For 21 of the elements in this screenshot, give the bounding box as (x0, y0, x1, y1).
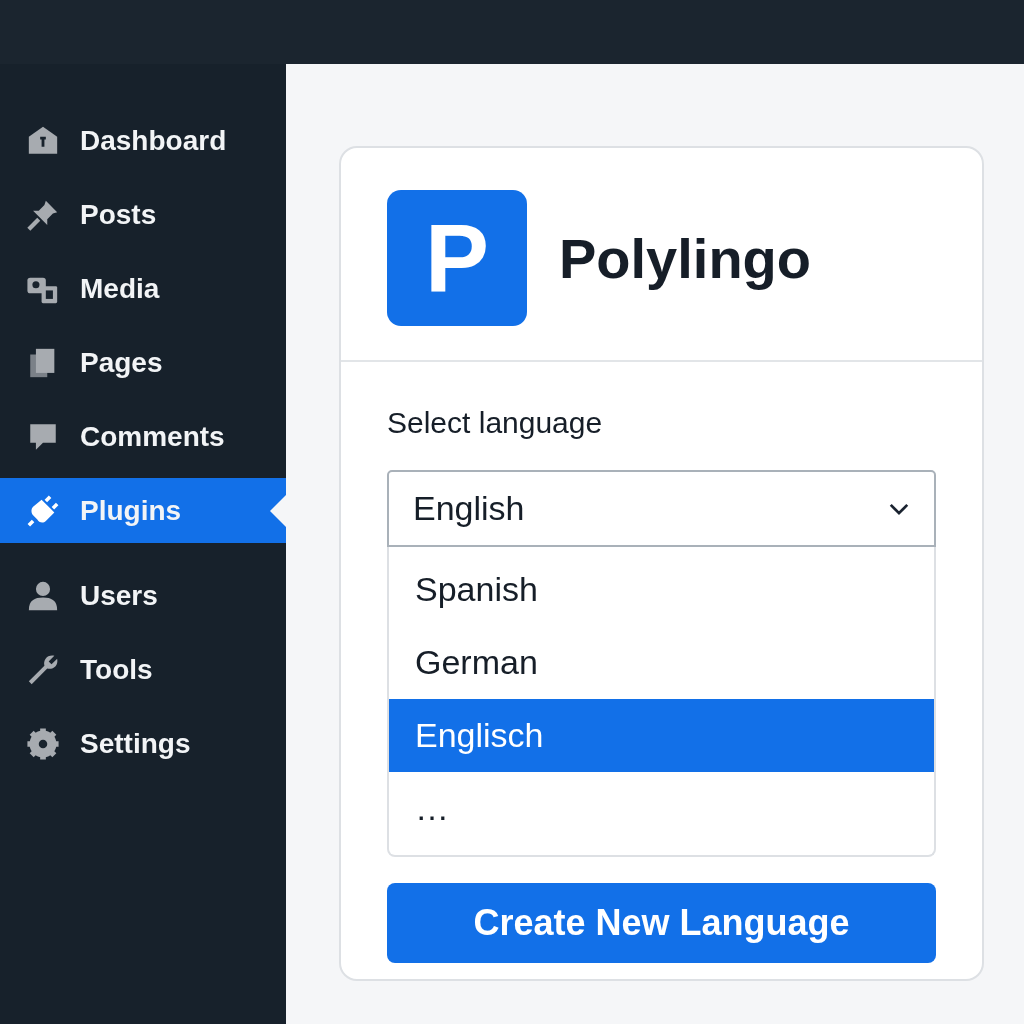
sidebar-item[interactable]: Comments (0, 404, 286, 469)
plugin-title: Polylingo (559, 225, 811, 291)
sidebar-item[interactable]: Settings (0, 711, 286, 776)
dropdown-option[interactable]: Spanish (389, 553, 934, 626)
field-label: Select language (387, 406, 604, 440)
sidebar-item[interactable]: Media (0, 256, 286, 321)
dropdown-option[interactable]: German (389, 626, 934, 699)
logo: P (387, 190, 527, 326)
plug-icon (26, 493, 60, 528)
sidebar-item[interactable]: Dashboard (0, 108, 286, 173)
sidebar-item[interactable]: Posts (0, 182, 286, 247)
language-select[interactable]: English (387, 470, 936, 547)
gear-icon (26, 726, 60, 761)
sidebar-item[interactable]: Plugins (0, 478, 286, 543)
dropdown-option[interactable]: Englisch (389, 699, 934, 772)
sidebar-item[interactable]: Tools (0, 637, 286, 702)
create-language-button[interactable]: Create New Language (387, 883, 936, 963)
dropdown-option[interactable]: … (389, 772, 934, 845)
sidebar-item[interactable]: Users (0, 563, 286, 628)
chevron-icon (888, 501, 910, 516)
sidebar-item[interactable]: Pages (0, 330, 286, 395)
